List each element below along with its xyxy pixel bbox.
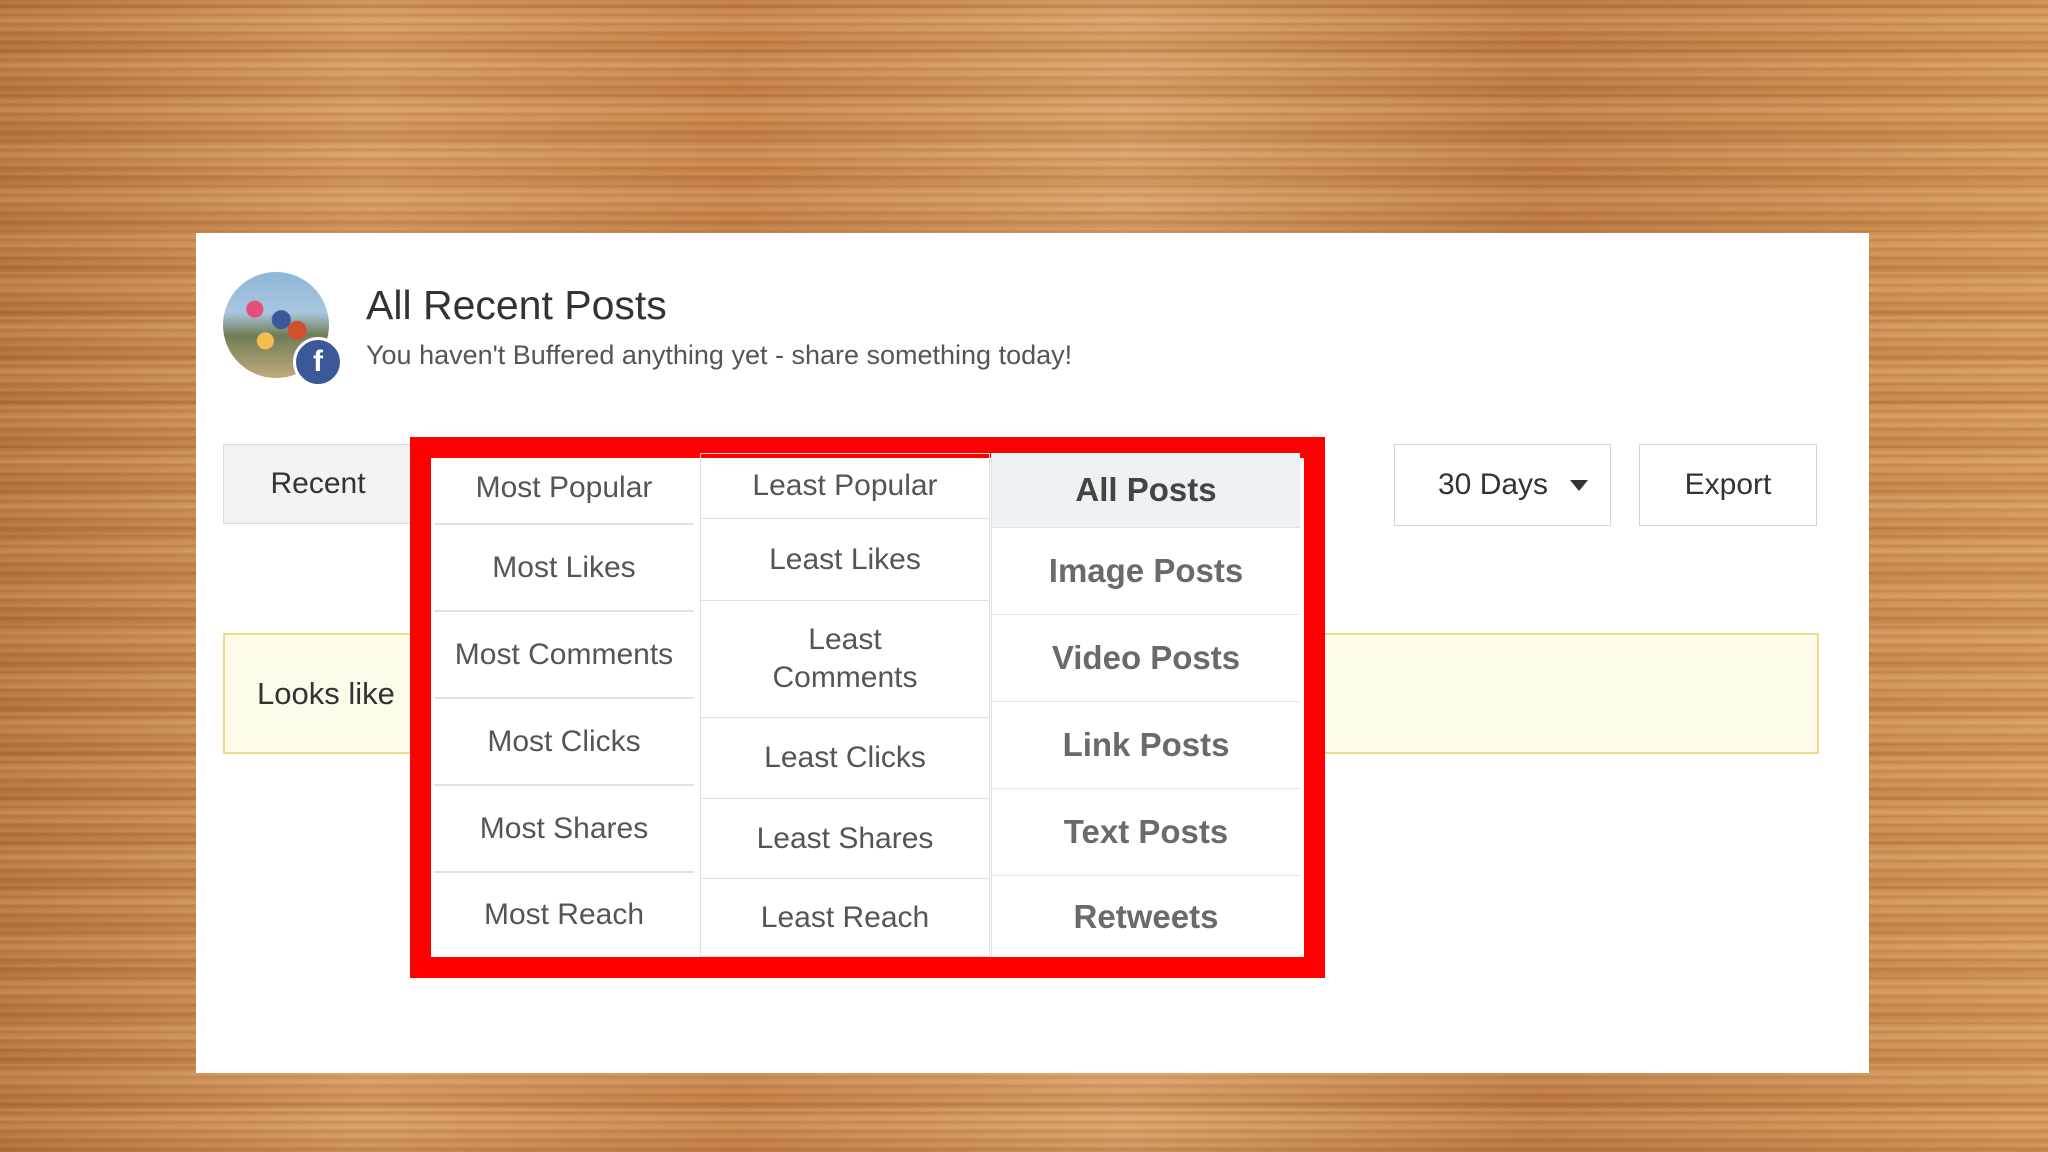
menu-item-all-posts[interactable]: All Posts xyxy=(991,453,1300,528)
menu-item-most-popular[interactable]: Most Popular xyxy=(434,453,694,525)
menu-item-most-comments[interactable]: Most Comments xyxy=(434,612,694,699)
menu-item-least-reach[interactable]: Least Reach xyxy=(700,879,990,957)
menu-item-retweets[interactable]: Retweets xyxy=(991,876,1300,957)
menu-item-least-comments[interactable]: Least Comments xyxy=(700,601,990,718)
menu-item-link-posts[interactable]: Link Posts xyxy=(991,702,1300,789)
menu-item-least-shares[interactable]: Least Shares xyxy=(700,799,990,879)
menu-item-most-shares[interactable]: Most Shares xyxy=(434,786,694,873)
export-button[interactable]: Export xyxy=(1639,444,1817,526)
page-title: All Recent Posts xyxy=(366,282,667,328)
menu-item-most-likes[interactable]: Most Likes xyxy=(434,525,694,612)
facebook-icon: f xyxy=(293,337,343,387)
menu-item-least-popular[interactable]: Least Popular xyxy=(700,453,990,519)
menu-item-least-likes[interactable]: Least Likes xyxy=(700,519,990,601)
tab-recent[interactable]: Recent xyxy=(223,444,413,524)
menu-item-text-posts[interactable]: Text Posts xyxy=(991,789,1300,876)
menu-item-most-clicks[interactable]: Most Clicks xyxy=(434,699,694,786)
menu-item-image-posts[interactable]: Image Posts xyxy=(991,528,1300,615)
notice-text: Looks like xyxy=(257,676,395,711)
menu-item-most-reach[interactable]: Most Reach xyxy=(434,873,694,957)
date-range-dropdown[interactable]: 30 Days xyxy=(1394,444,1611,526)
caret-down-icon xyxy=(1570,480,1588,491)
menu-item-video-posts[interactable]: Video Posts xyxy=(991,615,1300,702)
page-subtitle: You haven't Buffered anything yet - shar… xyxy=(366,340,1073,370)
menu-item-least-clicks[interactable]: Least Clicks xyxy=(700,718,990,799)
date-range-label: 30 Days xyxy=(1438,468,1549,501)
